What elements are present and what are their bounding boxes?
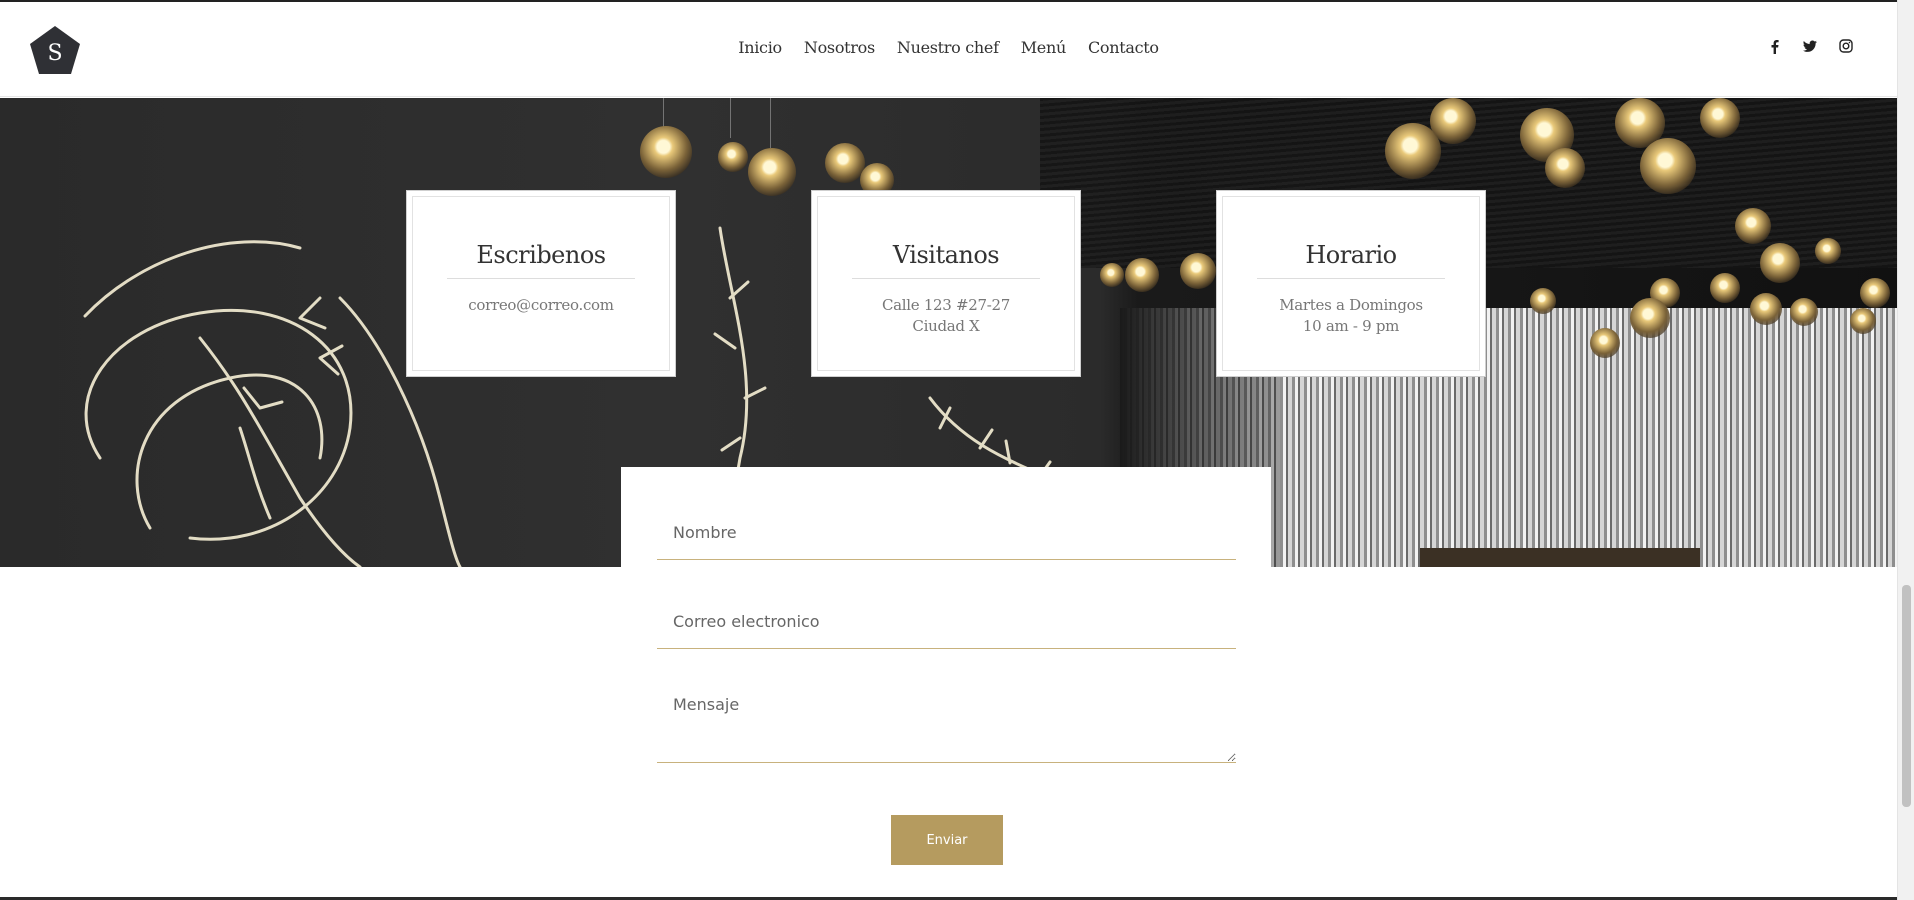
card-title: Escribenos (476, 241, 606, 269)
nav-nosotros[interactable]: Nosotros (804, 38, 875, 57)
card-address-line1: Calle 123 #27-27 (881, 296, 1011, 314)
email-input[interactable] (657, 594, 1236, 649)
site-header: S Inicio Nosotros Nuestro chef Menú Cont… (0, 2, 1897, 97)
card-title: Horario (1305, 241, 1397, 269)
nav-contacto[interactable]: Contacto (1088, 38, 1159, 57)
card-address-line2: Ciudad X (912, 317, 980, 335)
name-input[interactable] (657, 505, 1236, 560)
card-visitanos: Visitanos Calle 123 #27-27 Ciudad X (811, 190, 1081, 377)
card-hours-time: 10 am - 9 pm (1302, 317, 1400, 335)
card-escribenos: Escribenos correo@correo.com (406, 190, 676, 377)
nav-inicio[interactable]: Inicio (738, 38, 782, 57)
page-scrollbar[interactable] (1897, 0, 1914, 900)
scrollbar-thumb[interactable] (1902, 585, 1911, 807)
main-nav: Inicio Nosotros Nuestro chef Menú Contac… (0, 38, 1897, 57)
card-email[interactable]: correo@correo.com (407, 295, 675, 316)
card-hours-days: Martes a Domingos (1279, 296, 1423, 314)
pendant-light (640, 126, 692, 178)
message-textarea[interactable] (657, 683, 1236, 763)
card-horario: Horario Martes a Domingos 10 am - 9 pm (1216, 190, 1486, 377)
card-divider (1257, 278, 1445, 279)
nav-menu[interactable]: Menú (1021, 38, 1067, 57)
bar-counter (1420, 548, 1700, 567)
instagram-icon[interactable] (1839, 38, 1853, 54)
nav-nuestro-chef[interactable]: Nuestro chef (897, 38, 999, 57)
submit-button[interactable]: Enviar (891, 815, 1003, 865)
contact-form: Enviar (621, 467, 1271, 897)
facebook-icon[interactable] (1767, 38, 1781, 54)
twitter-icon[interactable] (1803, 38, 1817, 54)
card-divider (852, 278, 1040, 279)
card-divider (447, 278, 635, 279)
card-title: Visitanos (892, 241, 1000, 269)
social-links (1767, 38, 1853, 54)
